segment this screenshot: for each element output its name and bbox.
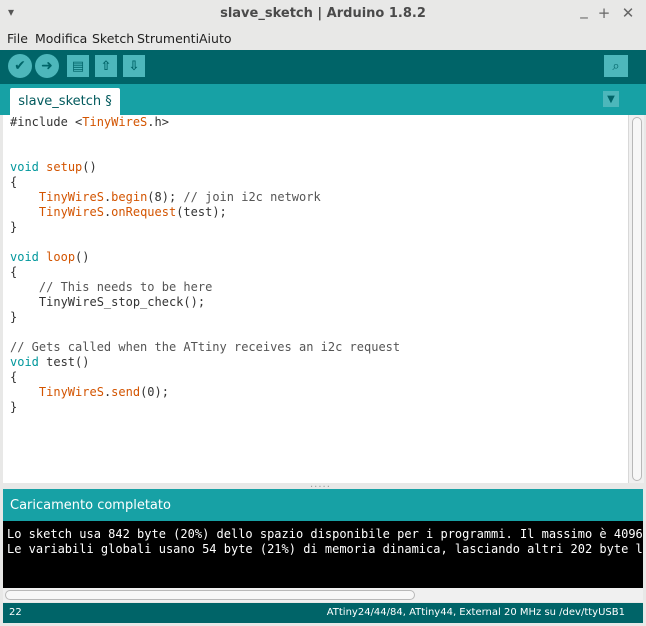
menu-sketch[interactable]: Sketch (92, 31, 134, 46)
code-line[interactable]: TinyWireS_stop_check(); (10, 295, 400, 310)
code-token: () (82, 160, 97, 174)
code-token: TinyWireS (38, 190, 104, 204)
menu-strumenti[interactable]: Strumenti (137, 31, 199, 46)
code-token: { (10, 265, 18, 279)
close-icon[interactable]: ✕ (620, 4, 636, 22)
console-scroll-thumb[interactable] (5, 590, 415, 600)
code-token: void (10, 160, 39, 174)
editor-vertical-scrollbar[interactable] (628, 115, 644, 483)
code-line[interactable]: TinyWireS.begin(8); // join i2c network (10, 190, 400, 205)
status-bar: Caricamento completato (3, 489, 643, 521)
code-line[interactable]: void loop() (10, 250, 400, 265)
new-file-icon: ▤ (71, 58, 85, 74)
code-line[interactable]: TinyWireS.send(0); (10, 385, 400, 400)
code-token: } (10, 400, 18, 414)
code-line[interactable]: { (10, 370, 400, 385)
menu-bar: File Modifica Sketch Strumenti Aiuto (0, 28, 646, 50)
verify-button[interactable]: ✔ (8, 54, 32, 78)
magnifier-icon: ⌕ (612, 58, 620, 74)
code-line[interactable]: void setup() (10, 160, 400, 175)
code-token: #include < (10, 115, 83, 129)
code-token: { (10, 370, 18, 384)
console-line: Lo sketch usa 842 byte (20%) dello spazi… (7, 527, 643, 541)
code-token: } (10, 220, 18, 234)
code-line[interactable]: { (10, 175, 400, 190)
code-token: { (10, 175, 18, 189)
code-line[interactable]: // This needs to be here (10, 280, 400, 295)
arrow-right-icon: ➜ (41, 58, 53, 74)
triangle-down-icon: ▼ (607, 93, 615, 105)
arrow-up-icon: ⇧ (100, 58, 112, 74)
new-button[interactable]: ▤ (67, 55, 89, 77)
code-token: () (75, 250, 90, 264)
code-token: onRequest (111, 205, 177, 219)
menu-modifica[interactable]: Modifica (35, 31, 87, 46)
code-token: TinyWireS (82, 115, 148, 129)
tab-menu-button[interactable]: ▼ (603, 91, 619, 107)
code-token: void (10, 355, 39, 369)
tab-slave-sketch[interactable]: slave_sketch § (10, 88, 120, 115)
code-line[interactable]: #include <TinyWireS.h> (10, 115, 400, 130)
code-token: send (111, 385, 141, 399)
code-token: .h> (147, 115, 169, 129)
code-line[interactable]: } (10, 220, 400, 235)
code-editor[interactable]: #include <TinyWireS.h> void setup(){ Tiny… (3, 115, 628, 483)
title-bar[interactable]: ▾ slave_sketch | Arduino 1.8.2 _ + ✕ (0, 0, 646, 29)
code-line[interactable]: } (10, 400, 400, 415)
status-message: Caricamento completato (10, 498, 171, 513)
arduino-window: ▾ slave_sketch | Arduino 1.8.2 _ + ✕ Fil… (0, 0, 646, 626)
code-line[interactable]: { (10, 265, 400, 280)
code-token: loop (46, 250, 76, 264)
code-line[interactable] (10, 235, 400, 250)
code-token: (8); (147, 190, 184, 204)
minimize-icon[interactable]: _ (576, 1, 592, 19)
upload-button[interactable]: ➜ (35, 54, 59, 78)
code-line[interactable] (10, 145, 400, 160)
code-token: TinyWireS (38, 205, 104, 219)
code-token: } (10, 310, 18, 324)
code-line[interactable]: TinyWireS.onRequest(test); (10, 205, 400, 220)
arrow-down-icon: ⇩ (128, 58, 140, 74)
footer-bar: 22 ATtiny24/44/84, ATtiny44, External 20… (3, 603, 643, 623)
console-line: Le variabili globali usano 54 byte (21%)… (7, 542, 643, 556)
code-line[interactable] (10, 325, 400, 340)
serial-monitor-button[interactable]: ⌕ (604, 55, 628, 77)
code-text[interactable]: #include <TinyWireS.h> void setup(){ Tiny… (10, 115, 400, 415)
code-token: (test); (176, 205, 227, 219)
code-line[interactable]: } (10, 310, 400, 325)
check-icon: ✔ (14, 58, 26, 74)
code-token: setup (46, 160, 83, 174)
window-title: slave_sketch | Arduino 1.8.2 (220, 6, 426, 21)
board-info: ATtiny24/44/84, ATtiny44, External 20 MH… (326, 607, 625, 618)
code-line[interactable]: // Gets called when the ATtiny receives … (10, 340, 400, 355)
menu-aiuto[interactable]: Aiuto (199, 31, 232, 46)
toolbar: ✔ ➜ ▤ ⇧ ⇩ ⌕ (0, 50, 646, 84)
line-number: 22 (9, 607, 22, 618)
save-button[interactable]: ⇩ (123, 55, 145, 77)
maximize-icon[interactable]: + (596, 4, 612, 22)
code-token: // join i2c network (183, 190, 321, 204)
console-output[interactable]: Lo sketch usa 842 byte (20%) dello spazi… (3, 521, 643, 588)
editor-scroll-thumb[interactable] (632, 117, 642, 481)
tab-bar: slave_sketch § ▼ (0, 84, 646, 115)
code-token: TinyWireS_stop_check(); (10, 295, 206, 309)
console-horizontal-scrollbar[interactable] (3, 588, 643, 602)
code-token: test() (38, 355, 90, 369)
code-line[interactable]: void test() (10, 355, 400, 370)
menu-file[interactable]: File (7, 31, 28, 46)
code-line[interactable] (10, 130, 400, 145)
code-token: begin (111, 190, 148, 204)
code-token: (0); (140, 385, 169, 399)
open-button[interactable]: ⇧ (95, 55, 117, 77)
code-token: // Gets called when the ATtiny receives … (10, 340, 401, 354)
code-token: TinyWireS (38, 385, 104, 399)
code-token: // This needs to be here (38, 280, 213, 294)
code-token: void (10, 250, 39, 264)
